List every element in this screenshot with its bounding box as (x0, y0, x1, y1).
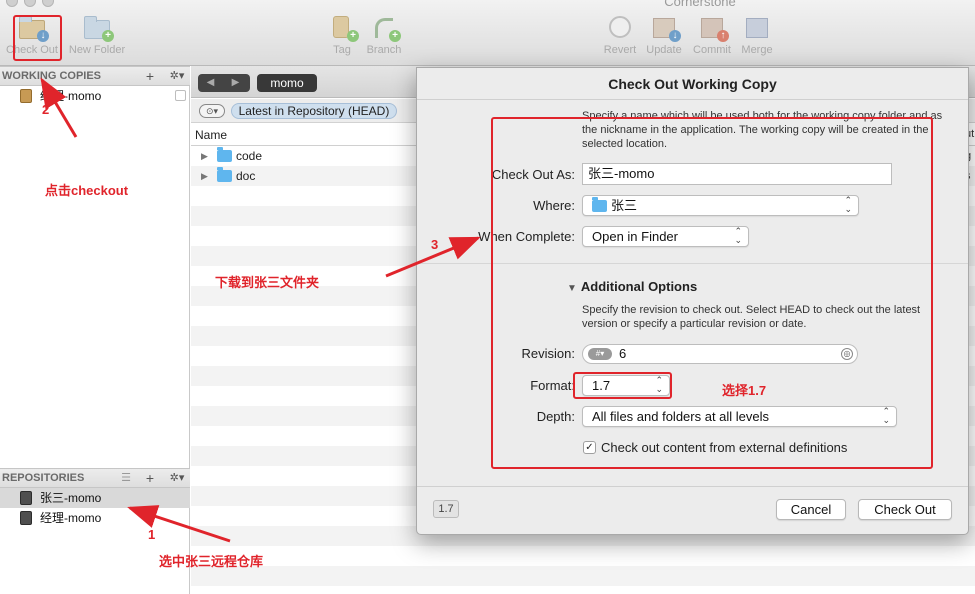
divider (417, 99, 968, 100)
commit-icon: ↑ (697, 14, 729, 42)
repository-icon (20, 511, 32, 525)
gear-icon[interactable]: ✲▾ (166, 68, 188, 84)
branch-toolbar-button[interactable]: + Branch (354, 14, 414, 56)
sidebar-item-repository-zhangsan[interactable]: 张三-momo (0, 488, 190, 508)
annotation-step-1-text: 选中张三远程仓库 (159, 554, 264, 569)
repositories-header: REPOSITORIES ☰ + ✲▾ (0, 468, 190, 488)
annotation-box-options (491, 117, 933, 469)
minimize-window-button[interactable] (24, 0, 36, 7)
window-title: Cornerstone (664, 0, 736, 9)
working-copy-checkbox[interactable] (175, 90, 186, 101)
merge-toolbar-button[interactable]: Merge (727, 14, 787, 56)
working-copy-icon (20, 89, 32, 103)
tag-icon: + (327, 14, 359, 42)
list-icon[interactable]: ☰ (118, 470, 134, 486)
sidebar-item-repository-manager[interactable]: 经理-momo (0, 508, 190, 528)
dialog-title: Check Out Working Copy (608, 76, 777, 92)
annotation-format-text: 选择1.7 (722, 383, 767, 398)
disclosure-triangle-icon[interactable]: ▶ (201, 146, 208, 166)
repository-icon (20, 491, 32, 505)
folder-icon (217, 147, 232, 162)
toolbar: Cornerstone ↓ Check Out + New Folder + T… (0, 0, 975, 66)
gear-icon[interactable]: ✲▾ (166, 470, 188, 486)
folder-icon (217, 167, 232, 182)
forward-arrow-icon[interactable]: ▶ (223, 74, 248, 92)
new-folder-toolbar-button[interactable]: + New Folder (67, 14, 127, 56)
revision-filter-pill[interactable]: Latest in Repository (HEAD) (231, 103, 397, 119)
annotation-box-checkout (13, 15, 62, 61)
annotation-box-format (573, 372, 672, 399)
close-window-button[interactable] (6, 0, 18, 7)
annotation-step-3-number: 3 (431, 237, 439, 252)
back-arrow-icon[interactable]: ◀ (198, 74, 223, 92)
disclosure-triangle-icon[interactable]: ▶ (201, 166, 208, 186)
add-repository-button[interactable]: + (142, 470, 158, 486)
working-copies-header: WORKING COPIES + ✲▾ (0, 66, 190, 86)
update-icon: ↓ (649, 14, 681, 42)
revert-icon (605, 14, 635, 40)
path-breadcrumb[interactable]: momo (257, 74, 317, 92)
divider (417, 486, 968, 487)
cancel-button[interactable]: Cancel (776, 499, 846, 520)
annotation-step-2-number: 2 (42, 102, 50, 117)
sidebar: WORKING COPIES + ✲▾ 经理-momo REPOSITORIES… (0, 66, 190, 594)
branch-icon: + (369, 14, 401, 42)
merge-icon (742, 14, 772, 40)
add-working-copy-button[interactable]: + (142, 68, 158, 84)
nav-arrows: ◀ ▶ (198, 74, 250, 92)
revision-toggle-icon[interactable]: ⊙▾ (199, 104, 225, 118)
checkout-button[interactable]: Check Out (858, 499, 952, 520)
new-folder-icon: + (82, 14, 114, 42)
sidebar-item-working-copy[interactable]: 经理-momo (0, 86, 190, 106)
version-badge: 1.7 (433, 500, 459, 518)
annotation-step-3-text: 下载到张三文件夹 (215, 275, 320, 290)
zoom-window-button[interactable] (42, 0, 54, 7)
annotation-step-2-text: 点击checkout (45, 183, 129, 198)
annotation-step-1-number: 1 (148, 527, 156, 542)
